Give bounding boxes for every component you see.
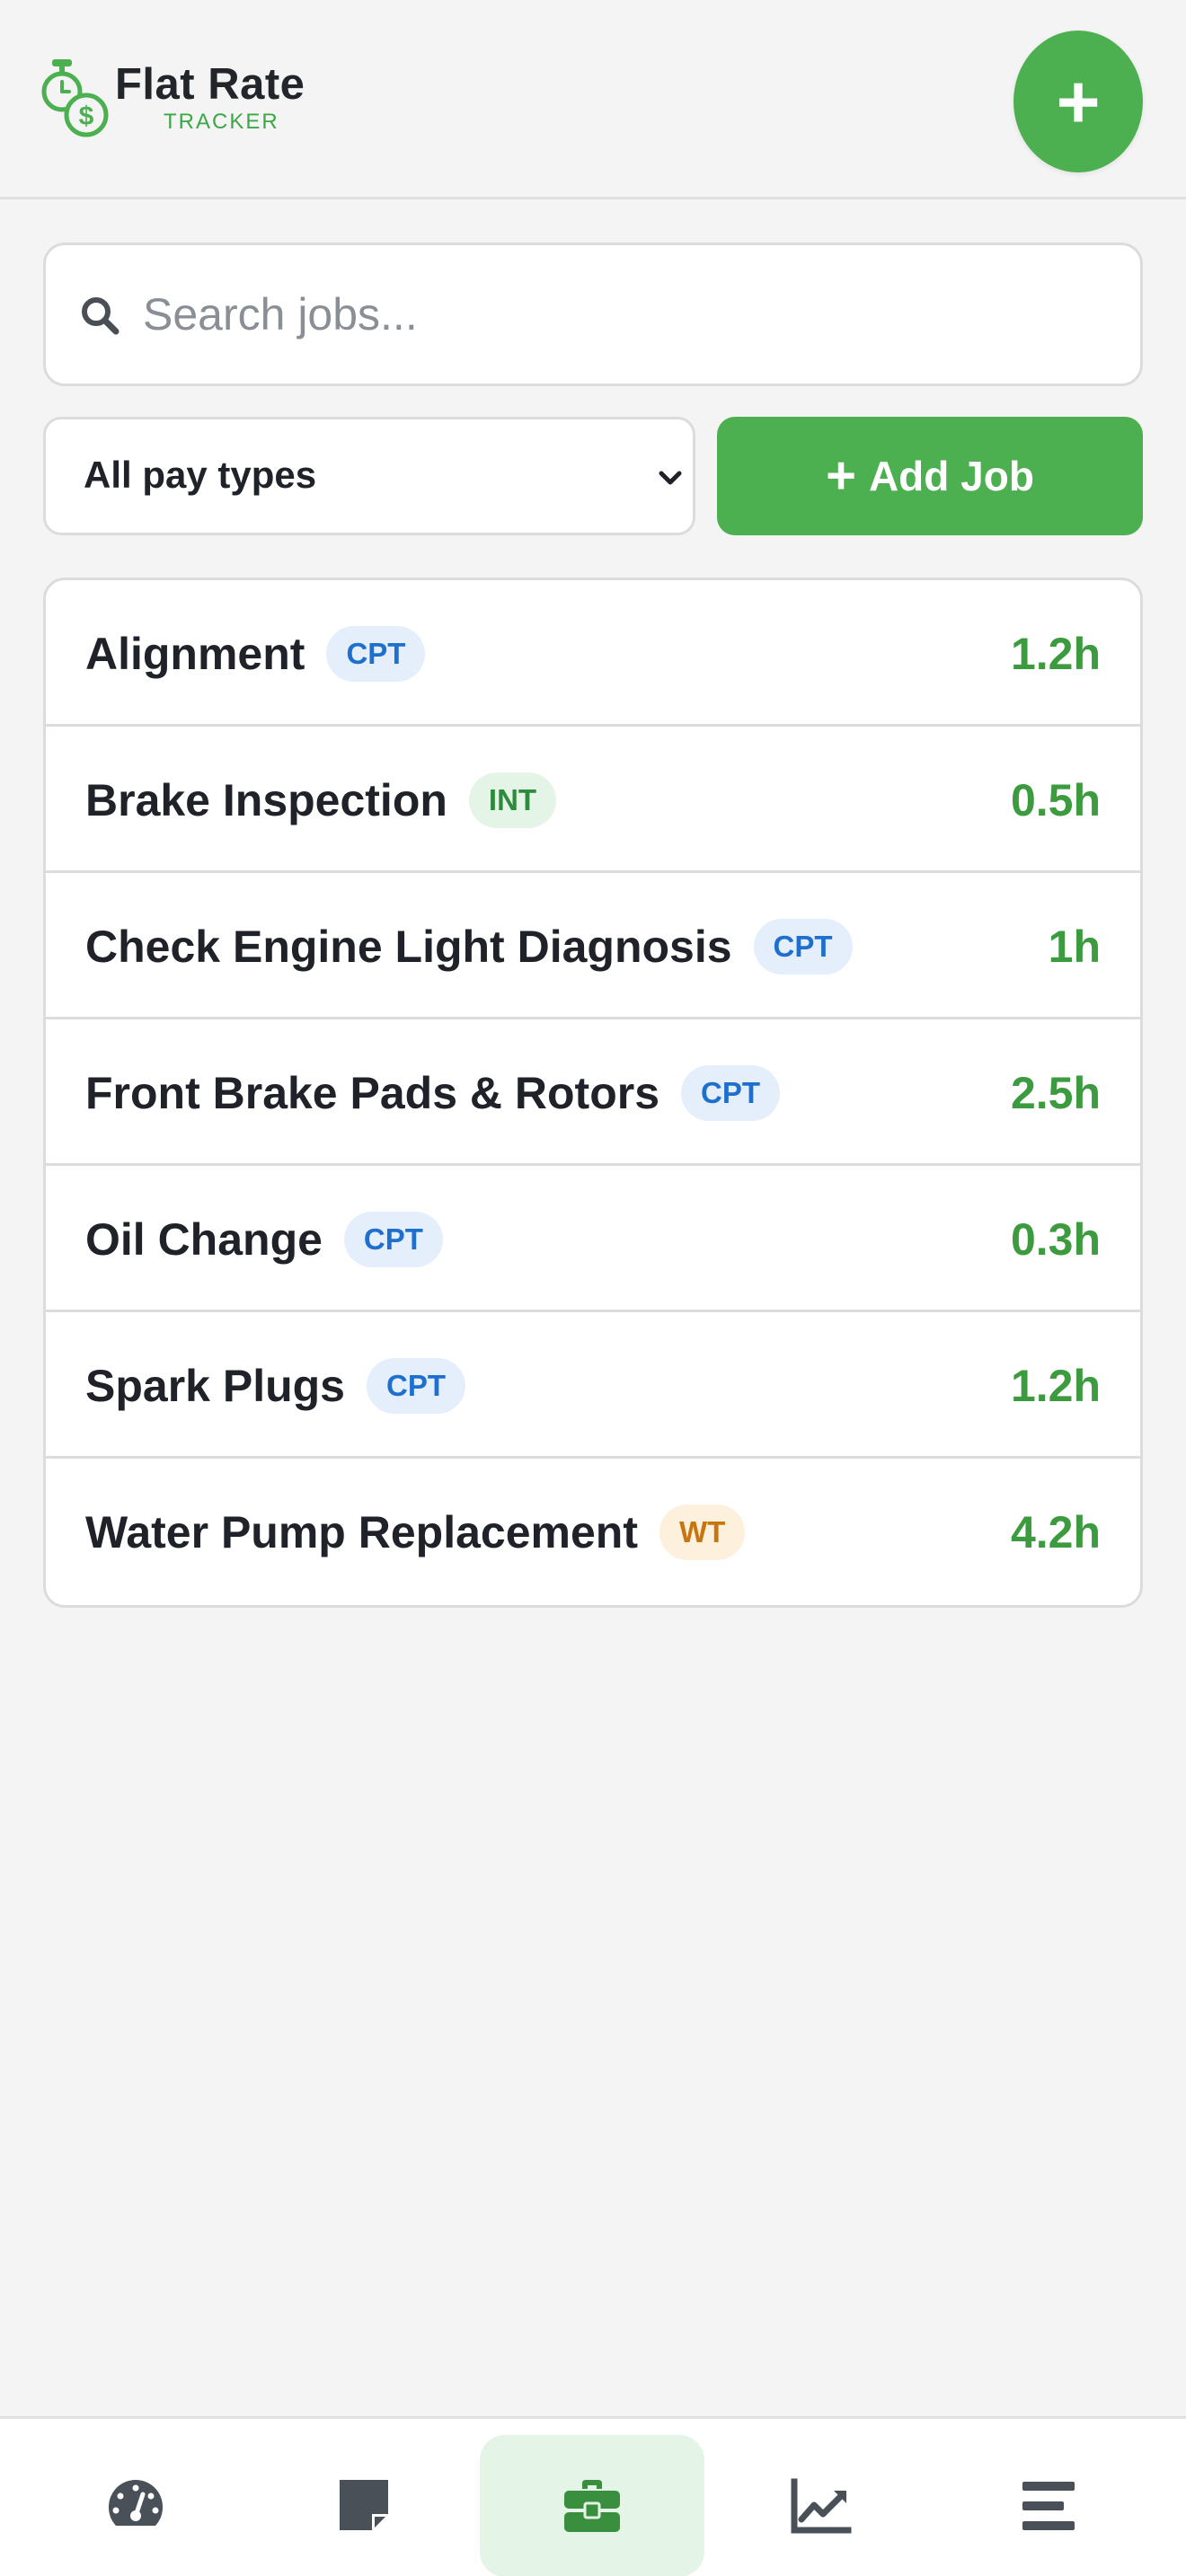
pay-type-selected: All pay types: [84, 454, 317, 496]
job-row[interactable]: Brake Inspection INT 0.5h: [46, 727, 1140, 873]
job-row[interactable]: Alignment CPT 1.2h: [46, 580, 1140, 727]
note-icon: [340, 2480, 388, 2530]
pay-type-badge: CPT: [343, 1211, 443, 1267]
job-hours: 1h: [1048, 921, 1101, 972]
pay-type-select[interactable]: All pay types: [43, 417, 695, 535]
plus-icon: +: [826, 446, 856, 505]
search-input[interactable]: [143, 245, 1122, 384]
job-hours: 4.2h: [1010, 1506, 1101, 1557]
job-row[interactable]: Water Pump Replacement WT 4.2h: [46, 1459, 1140, 1605]
menu-icon: [1022, 2482, 1075, 2530]
quick-add-button[interactable]: +: [1013, 31, 1143, 172]
app-header: $ Flat Rate TRACKER +: [0, 0, 1186, 199]
job-row[interactable]: Spark Plugs CPT 1.2h: [46, 1312, 1140, 1459]
add-job-label: Add Job: [868, 453, 1034, 499]
svg-text:$: $: [79, 101, 94, 131]
app-logo: $ Flat Rate TRACKER: [40, 56, 309, 149]
job-list: Alignment CPT 1.2h Brake Inspection INT …: [43, 578, 1143, 1608]
job-name: Water Pump Replacement: [85, 1506, 638, 1557]
app-name: Flat Rate: [115, 60, 305, 109]
job-hours: 1.2h: [1010, 1360, 1101, 1411]
job-name: Alignment: [85, 628, 305, 679]
job-name: Brake Inspection: [85, 774, 447, 825]
job-row[interactable]: Check Engine Light Diagnosis CPT 1h: [46, 873, 1140, 1019]
job-name: Spark Plugs: [85, 1360, 345, 1411]
pay-type-badge: WT: [659, 1504, 746, 1560]
stopwatch-dollar-icon: $: [41, 59, 109, 137]
add-job-button[interactable]: + Add Job: [717, 417, 1143, 535]
plus-icon: +: [1056, 59, 1101, 144]
pay-type-badge: CPT: [367, 1357, 465, 1414]
job-hours: 1.2h: [1010, 628, 1101, 679]
search-icon: [82, 297, 119, 335]
pay-type-badge: CPT: [753, 918, 853, 975]
nav-menu[interactable]: [936, 2435, 1161, 2576]
pay-type-badge: CPT: [681, 1064, 781, 1121]
search-box[interactable]: [43, 243, 1143, 386]
pay-type-badge: INT: [468, 772, 557, 828]
pay-type-badge: CPT: [326, 625, 426, 682]
app-tagline: TRACKER: [164, 110, 279, 134]
bottom-nav: [0, 2416, 1186, 2576]
job-hours: 0.3h: [1010, 1213, 1101, 1265]
toolbox-icon: [564, 2480, 620, 2532]
job-row[interactable]: Oil Change CPT 0.3h: [46, 1166, 1140, 1312]
dashboard-gauge-icon: [108, 2480, 164, 2526]
nav-jobs[interactable]: [480, 2435, 704, 2576]
job-hours: 0.5h: [1010, 774, 1101, 825]
job-name: Check Engine Light Diagnosis: [85, 921, 732, 972]
job-row[interactable]: Front Brake Pads & Rotors CPT 2.5h: [46, 1019, 1140, 1166]
job-name: Oil Change: [85, 1213, 323, 1265]
nav-notes[interactable]: [252, 2435, 476, 2576]
chevron-down-icon: [659, 471, 682, 485]
nav-reports[interactable]: [708, 2435, 933, 2576]
chart-line-icon: [791, 2478, 852, 2534]
nav-dashboard[interactable]: [23, 2435, 248, 2576]
job-hours: 2.5h: [1010, 1067, 1101, 1118]
job-name: Front Brake Pads & Rotors: [85, 1067, 660, 1118]
